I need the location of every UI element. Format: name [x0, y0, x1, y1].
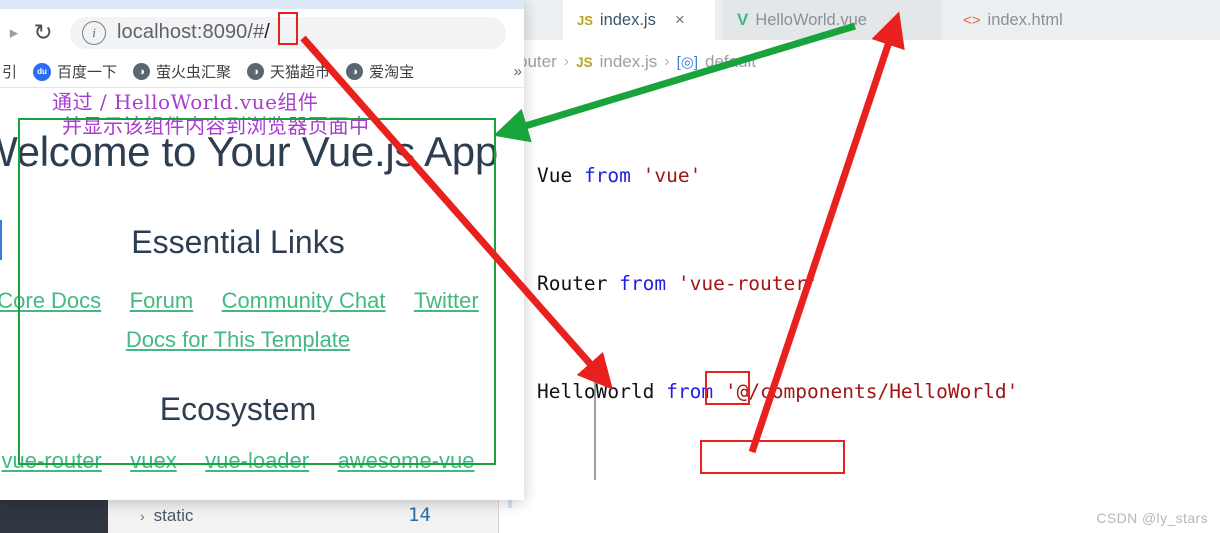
list-item: Docs for This Template	[114, 327, 362, 352]
ecosystem-heading: Ecosystem	[159, 391, 317, 427]
essential-links-list: Core Docs Forum Community Chat Twitter D…	[0, 261, 524, 361]
site-info-icon[interactable]: i	[82, 20, 106, 45]
chevron-right-icon: ›	[664, 53, 670, 70]
browser-toolbar: ▸ ↻ i localhost:8090/#/	[0, 9, 524, 56]
browser-window: ▸ ↻ i localhost:8090/#/ 引 du 百度一下 ◑ 萤火虫汇…	[0, 0, 524, 500]
code-keyword: from	[583, 164, 631, 187]
chevron-right-icon: ›	[563, 53, 570, 70]
breadcrumb: › router › JS index.js › [◎] default	[500, 48, 756, 76]
bookmarks-overflow-icon[interactable]: »	[514, 63, 522, 80]
list-item: Community Chat	[210, 288, 398, 313]
tab-index-js[interactable]: JS index.js ×	[563, 0, 715, 40]
tab-label: index.js	[599, 10, 656, 29]
module-icon: [◎]	[676, 54, 698, 71]
line-number: 14	[408, 504, 431, 526]
code-line: ort Vue from 'vue'	[490, 158, 1220, 194]
js-icon: JS	[576, 54, 593, 70]
list-item: Forum	[118, 288, 206, 313]
link-vue-loader[interactable]: vue-loader	[205, 448, 309, 473]
link-twitter[interactable]: Twitter	[414, 288, 479, 313]
link-awesome-vue[interactable]: awesome-vue	[338, 448, 475, 473]
js-icon: JS	[577, 12, 593, 28]
list-item: vue-router	[0, 448, 114, 473]
annotation-note-line2: 并显示该组件内容到浏览器页面中	[62, 114, 370, 138]
code-text: HelloWorld	[525, 380, 667, 403]
list-item: Twitter	[402, 288, 491, 313]
tab-helloworld-vue[interactable]: V HelloWorld.vue	[723, 0, 941, 40]
list-item: vuex	[118, 448, 188, 473]
bookmark-item-yinghuochong[interactable]: ◑ 萤火虫汇聚	[125, 61, 239, 82]
bookmarks-bar: 引 du 百度一下 ◑ 萤火虫汇聚 ◑ 天猫超市 ◑ 爱淘宝 »	[0, 56, 524, 87]
url-highlight: /	[264, 21, 270, 43]
bookmark-item-tmall[interactable]: ◑ 天猫超市	[239, 61, 338, 82]
tab-label: index.html	[987, 10, 1063, 29]
annotation-red-box-component	[700, 440, 845, 474]
close-icon[interactable]: ×	[675, 10, 685, 30]
essential-links-heading: Essential Links	[131, 224, 345, 260]
list-item: awesome-vue	[326, 448, 487, 473]
bookmark-label: 百度一下	[57, 64, 118, 81]
chevron-right-icon: ›	[140, 508, 145, 524]
explorer-item-static[interactable]: › static	[140, 506, 193, 526]
globe-icon: ◑	[346, 63, 364, 80]
watermark: CSDN @ly_stars	[1096, 510, 1208, 526]
bookmark-item-taobao[interactable]: ◑ 爱淘宝	[338, 61, 422, 82]
bookmark-label: 爱淘宝	[369, 64, 415, 81]
forward-icon[interactable]: ▸	[2, 23, 26, 43]
html-icon: <>	[963, 11, 981, 29]
bookmark-item[interactable]: 引	[0, 61, 25, 82]
code-text: Vue	[525, 164, 584, 187]
url-text: localhost:8090/#/	[117, 21, 270, 44]
url-main: localhost:8090/#	[117, 21, 265, 43]
bookmark-item-baidu[interactable]: du 百度一下	[25, 61, 125, 82]
list-item: vue-loader	[193, 448, 321, 473]
code-string: '@/components/HelloWorld'	[713, 380, 1019, 403]
link-vue-router[interactable]: vue-router	[1, 448, 101, 473]
bookmark-label: 天猫超市	[270, 64, 331, 81]
globe-icon: ◑	[247, 63, 265, 80]
tab-label: HelloWorld.vue	[755, 10, 867, 29]
breadcrumb-file[interactable]: index.js	[600, 52, 658, 72]
code-string: 'vue-router'	[666, 272, 819, 295]
vue-default-page: Welcome to Your Vue.js App Essential Lin…	[0, 88, 524, 474]
screenshot-stage: JS index.js × V HelloWorld.vue <> index.…	[0, 0, 1220, 533]
code-keyword: from	[619, 272, 667, 295]
bookmark-label: 萤火虫汇聚	[156, 64, 232, 81]
globe-icon: ◑	[133, 63, 151, 80]
vue-icon: V	[737, 10, 749, 29]
browser-tab-bar	[0, 0, 524, 9]
link-vuex[interactable]: vuex	[130, 448, 176, 473]
reload-icon[interactable]: ↻	[26, 19, 60, 46]
code-string: 'vue'	[630, 164, 702, 187]
link-core-docs[interactable]: Core Docs	[0, 288, 101, 313]
bookmark-label: 引	[2, 64, 18, 81]
code-text: Router	[525, 272, 620, 295]
code-line: ort Router from 'vue-router'	[490, 266, 1220, 302]
ecosystem-links-list: vue-router vuex vue-loader awesome-vue	[0, 428, 524, 474]
breadcrumb-symbol[interactable]: default	[705, 52, 756, 72]
page-viewport: Welcome to Your Vue.js App Essential Lin…	[0, 88, 524, 500]
tab-index-html[interactable]: <> index.html	[949, 0, 1120, 40]
annotation-red-box-url	[278, 12, 298, 45]
explorer-item-label: static	[153, 506, 194, 525]
code-content[interactable]: ort Vue from 'vue' ort Router from 'vue-…	[490, 86, 1220, 526]
list-item: Core Docs	[0, 288, 113, 313]
link-forum[interactable]: Forum	[130, 288, 194, 313]
annotation-red-box-path	[705, 371, 750, 405]
baidu-icon: du	[33, 62, 52, 81]
code-line: ort HelloWorld from '@/components/HelloW…	[490, 374, 1220, 410]
link-community-chat[interactable]: Community Chat	[222, 288, 386, 313]
link-docs-for-this-template[interactable]: Docs for This Template	[126, 327, 350, 352]
